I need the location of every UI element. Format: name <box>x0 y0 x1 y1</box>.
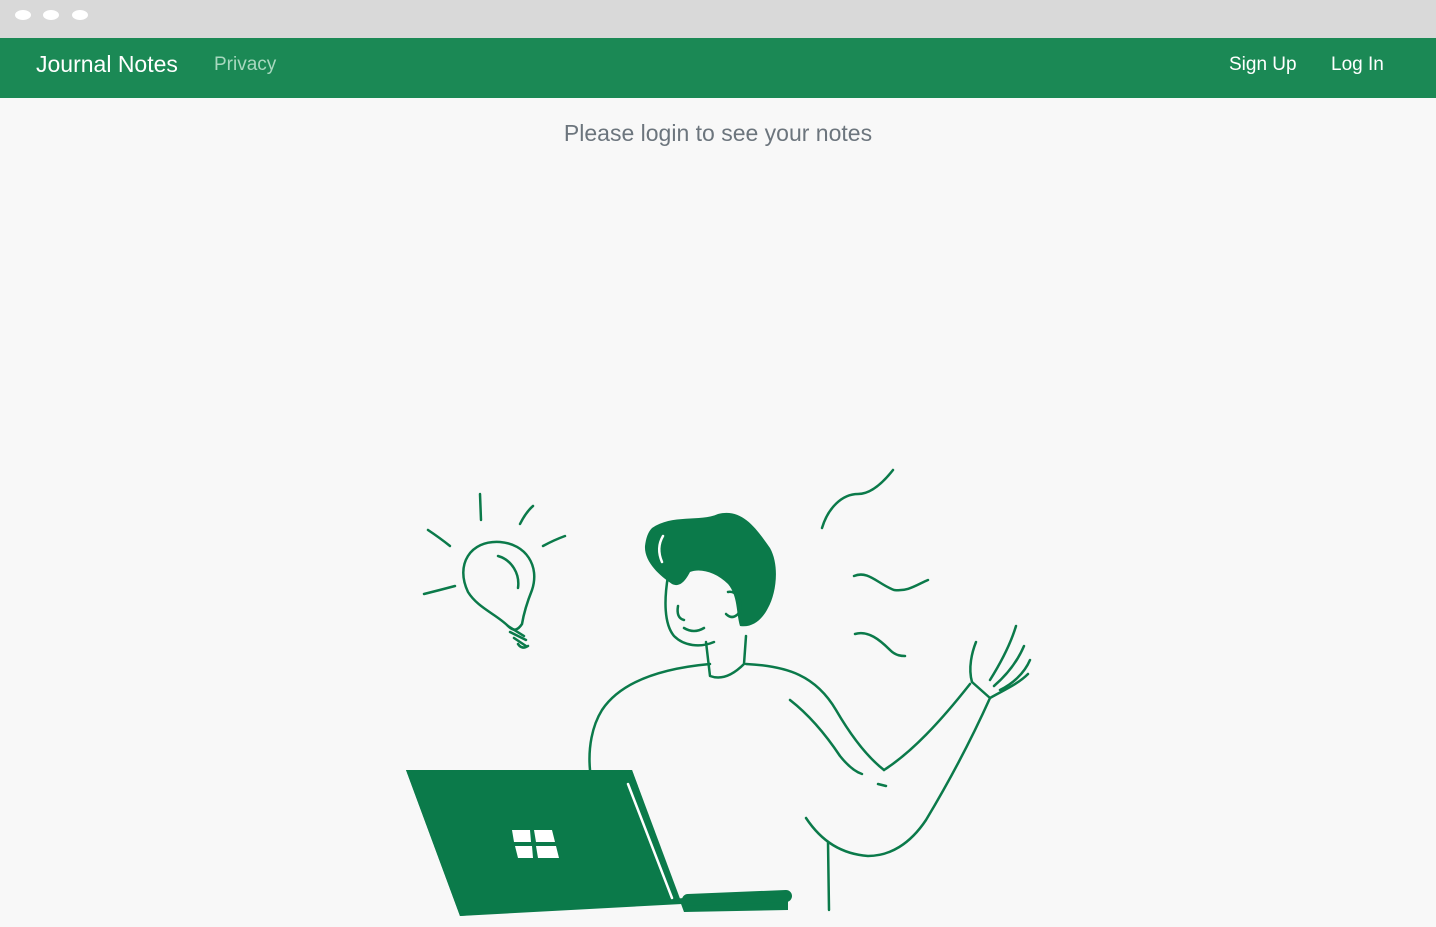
torso-outline <box>588 662 712 772</box>
person-with-laptop-illustration <box>406 468 1032 916</box>
laptop-icon <box>406 770 792 916</box>
top-navbar: Journal Notes Privacy Sign Up Log In <box>0 38 1436 98</box>
motion-lines-decoration <box>820 468 930 658</box>
nav-sign-up-link[interactable]: Sign Up <box>1229 54 1297 76</box>
nav-log-in-link[interactable]: Log In <box>1331 54 1384 76</box>
brand-link[interactable]: Journal Notes <box>36 51 178 78</box>
window-minimize-button[interactable] <box>43 10 59 20</box>
window-titlebar <box>0 0 1436 38</box>
window-maximize-button[interactable] <box>72 10 88 20</box>
face-outline <box>664 574 716 647</box>
raised-arm <box>804 696 992 858</box>
main-content: Please login to see your notes <box>0 98 1436 927</box>
nav-privacy-link[interactable]: Privacy <box>214 54 276 76</box>
window-close-button[interactable] <box>15 10 31 20</box>
lightbulb-icon <box>422 492 567 649</box>
